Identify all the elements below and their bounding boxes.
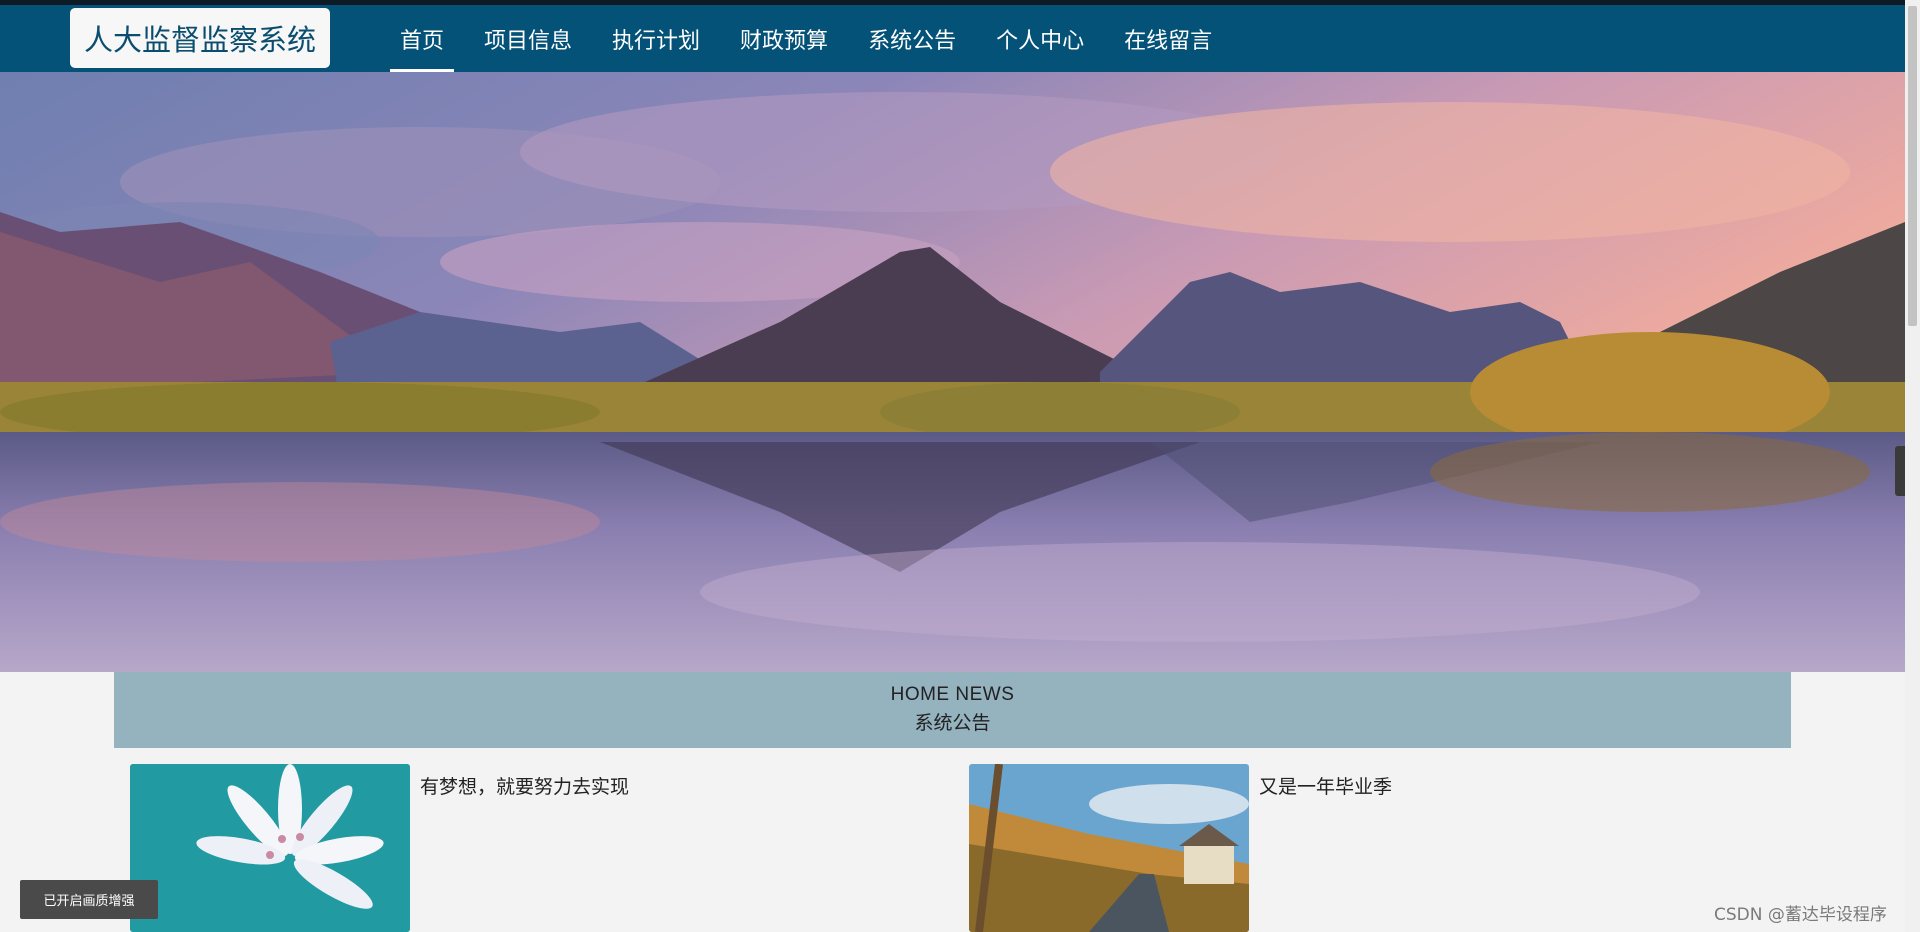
watermark: CSDN @蓄达毕设程序 — [1714, 905, 1887, 925]
news-item[interactable]: 又是一年毕业季 — [969, 764, 1392, 932]
scrollbar[interactable] — [1905, 0, 1920, 932]
hero-carousel[interactable] — [0, 72, 1905, 672]
menu-item-plans[interactable]: 执行计划 — [602, 5, 710, 72]
main-menu: 首页 项目信息 执行计划 财政预算 系统公告 个人中心 在线留言 — [390, 5, 1222, 72]
page: 人大监督监察系统 首页 项目信息 执行计划 财政预算 系统公告 个人中心 在线留… — [0, 0, 1905, 932]
menu-item-announcements[interactable]: 系统公告 — [858, 5, 966, 72]
menu-item-projects[interactable]: 项目信息 — [474, 5, 582, 72]
menu-item-profile[interactable]: 个人中心 — [986, 5, 1094, 72]
flower-image — [130, 764, 410, 932]
news-item-title[interactable]: 又是一年毕业季 — [1259, 772, 1392, 932]
news-title-cn: 系统公告 — [914, 712, 991, 734]
news-section-header: HOME NEWS 系统公告 — [114, 672, 1791, 748]
news-thumbnail-flower[interactable] — [130, 764, 410, 932]
scrollbar-thumb[interactable] — [1908, 6, 1917, 326]
news-thumbnail-road[interactable] — [969, 764, 1249, 932]
quality-toast: 已开启画质增强 — [20, 880, 158, 919]
side-panel-toggle[interactable]: ‹ — [1895, 446, 1905, 496]
news-item[interactable]: 有梦想，就要努力去实现 — [130, 764, 629, 932]
menu-item-home[interactable]: 首页 — [390, 5, 455, 72]
road-house-image — [969, 764, 1249, 932]
news-title-en: HOME NEWS — [890, 684, 1015, 705]
news-item-title[interactable]: 有梦想，就要努力去实现 — [420, 772, 629, 932]
banner-image — [0, 72, 1905, 672]
menu-item-messages[interactable]: 在线留言 — [1114, 5, 1222, 72]
menu-item-budget[interactable]: 财政预算 — [730, 5, 838, 72]
navbar: 人大监督监察系统 首页 项目信息 执行计划 财政预算 系统公告 个人中心 在线留… — [0, 5, 1905, 72]
site-logo[interactable]: 人大监督监察系统 — [70, 8, 330, 68]
